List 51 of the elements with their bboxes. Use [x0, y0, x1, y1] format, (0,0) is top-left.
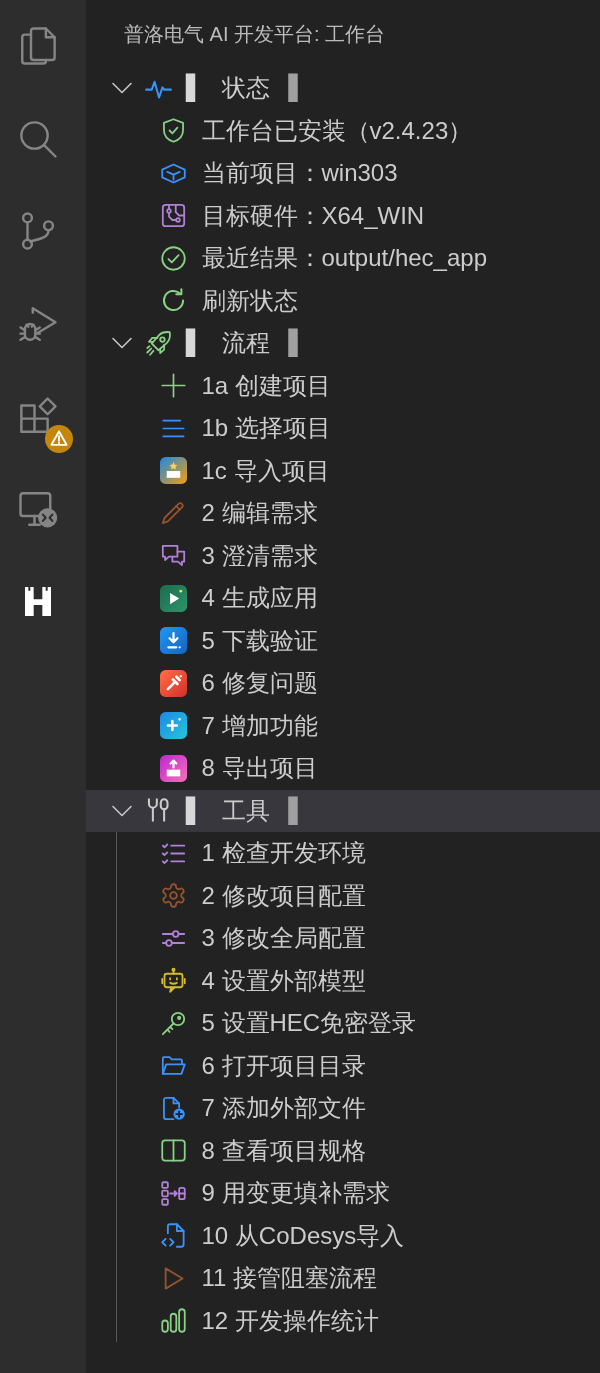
tree-item[interactable]: 6 打开项目目录: [159, 1047, 366, 1084]
robot-icon: [159, 967, 187, 995]
tree-item[interactable]: 8 导出项目: [159, 750, 318, 787]
rocket-icon: [145, 329, 172, 357]
file-code-icon: [159, 1222, 187, 1250]
tree-item[interactable]: 目标硬件：X64_WIN: [159, 197, 425, 234]
h-logo-icon[interactable]: [25, 586, 51, 616]
section-header[interactable]: ▌ 工具 ▌: [86, 789, 600, 832]
section-header[interactable]: ▌ 状态 ▌: [86, 67, 600, 110]
tool-tile-icon: [159, 669, 187, 697]
circuit-board-icon: [159, 202, 187, 230]
plus-tile-icon: [159, 712, 187, 740]
tree-item[interactable]: 7 添加外部文件: [159, 1090, 366, 1127]
tree-item[interactable]: 8 查看项目规格: [159, 1132, 366, 1169]
tree-item[interactable]: 1b 选择项目: [159, 410, 331, 447]
plus-icon: [159, 372, 187, 400]
bar-chart-icon: [159, 1307, 187, 1335]
gear-icon: [159, 882, 187, 910]
section-header[interactable]: ▌ 流程 ▌: [86, 322, 600, 365]
book-icon: [159, 1137, 187, 1165]
tree-item[interactable]: 2 修改项目配置: [159, 877, 366, 914]
upload-tile-icon: [159, 754, 187, 782]
tree-item[interactable]: 5 设置HEC免密登录: [159, 1005, 417, 1042]
tree-item[interactable]: 1 检查开发环境: [159, 835, 366, 872]
tree-item[interactable]: 3 澄清需求: [159, 537, 318, 574]
tree-item[interactable]: 5 下载验证: [159, 622, 318, 659]
tree-item[interactable]: 7 增加功能: [159, 707, 318, 744]
pencil-icon: [159, 499, 187, 527]
tree-item[interactable]: 当前项目：win303: [159, 155, 398, 192]
tree-item[interactable]: 6 修复问题: [159, 665, 318, 702]
squares-arrow-icon: [159, 1179, 187, 1207]
tree-item[interactable]: 2 编辑需求: [159, 495, 318, 532]
download-tile-icon: [159, 627, 187, 655]
tree-item[interactable]: 4 设置外部模型: [159, 962, 366, 999]
tree-item[interactable]: 1a 创建项目: [159, 367, 331, 404]
tree-item[interactable]: 10 从CoDesys导入: [159, 1217, 405, 1254]
tray-tile-icon: [159, 457, 187, 485]
tools-icon: [145, 797, 172, 825]
tree-item[interactable]: 11 接管阻塞流程: [159, 1260, 378, 1297]
tree-item[interactable]: 刷新状态: [159, 282, 298, 319]
check-circle-icon: [159, 244, 187, 272]
tree-item[interactable]: 工作台已安装（v2.4.23）: [159, 112, 473, 149]
tree-item[interactable]: 3 修改全局配置: [159, 920, 366, 957]
play-tile-icon: [159, 584, 187, 612]
tree-item[interactable]: 12 开发操作统计: [159, 1302, 379, 1339]
panel-title: 普洛电气 AI 开发平台: 工作台: [124, 21, 386, 47]
tree-item[interactable]: 9 用变更填补需求: [159, 1175, 390, 1212]
tree-item[interactable]: 最近结果：output/hec_app: [159, 240, 487, 277]
tree-item[interactable]: 1c 导入项目: [159, 452, 330, 489]
tree-item[interactable]: 4 生成应用: [159, 580, 318, 617]
key-icon: [159, 1009, 187, 1037]
